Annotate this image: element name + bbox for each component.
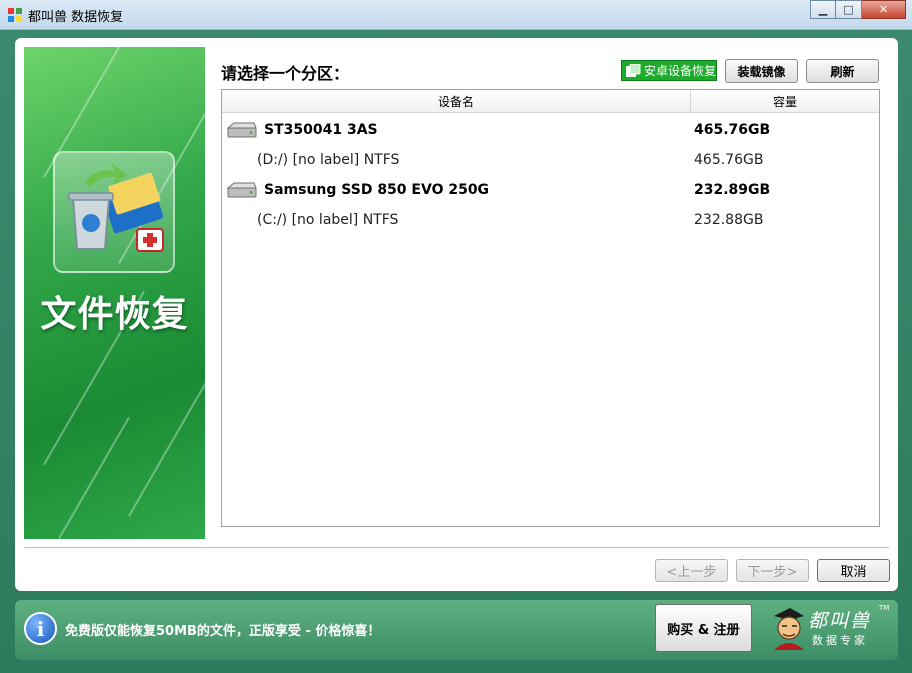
disk-capacity: 232.89GB (694, 182, 771, 198)
app-icon (8, 8, 22, 22)
partition-name: (C:/) [no label] NTFS (257, 212, 399, 228)
title-bar[interactable]: 都叫兽 数据恢复 ▁ □ ✕ (0, 0, 912, 30)
cancel-button[interactable]: 取消 (817, 559, 890, 582)
partition-prompt: 请选择一个分区： (221, 64, 350, 83)
client-area: 文件恢复 请选择一个分区： 安卓设备恢复 装载镜像 刷新 设备名 容量 ST35… (15, 38, 898, 591)
window-title: 都叫兽 数据恢复 (28, 10, 124, 25)
window-controls: ▁ □ ✕ (810, 0, 906, 20)
table-row-disk[interactable]: Samsung SSD 850 EVO 250G 232.89GB (222, 175, 879, 205)
logo-subtitle: 数据专家 (812, 634, 868, 647)
partition-capacity: 232.88GB (694, 212, 764, 228)
table-header: 设备名 容量 (222, 90, 879, 113)
promo-text: 免费版仅能恢复50MB的文件，正版享受 - 价格惊喜！ (65, 624, 381, 639)
partition-capacity: 465.76GB (694, 152, 764, 168)
promo-bar: i 免费版仅能恢复50MB的文件，正版享受 - 价格惊喜！ 购买 & 注册 都叫… (15, 600, 898, 660)
side-banner: 文件恢复 (24, 47, 205, 539)
disk-name: ST350041 3AS (264, 122, 378, 138)
brand-logo: 都叫兽 数据专家 TM (768, 604, 890, 654)
android-recovery-label: 安卓设备恢复 (644, 64, 717, 78)
recycle-bin-folder-icon (53, 151, 175, 273)
banner-title: 文件恢复 (40, 294, 189, 335)
next-step-button[interactable]: 下一步> (736, 559, 809, 582)
partition-table: 设备名 容量 ST350041 3AS 465.76GB (D:/) [no l… (221, 89, 880, 527)
logo-title: 都叫兽 (808, 610, 872, 632)
hard-disk-icon (226, 122, 257, 138)
previous-step-button[interactable]: <上一步 (655, 559, 728, 582)
disk-name-cell: Samsung SSD 850 EVO 250G (226, 180, 489, 200)
mount-image-button[interactable]: 装载镜像 (725, 59, 798, 83)
refresh-button[interactable]: 刷新 (806, 59, 879, 83)
minimize-button[interactable]: ▁ (810, 0, 836, 19)
app-window: 都叫兽 数据恢复 ▁ □ ✕ 文件恢复 请选择一个分区： 安卓设备恢复 装载镜像… (0, 0, 912, 673)
column-header-capacity[interactable]: 容量 (691, 90, 879, 112)
divider (24, 547, 889, 548)
buy-register-button[interactable]: 购买 & 注册 (655, 604, 752, 652)
disk-name-cell: ST350041 3AS (226, 120, 378, 140)
banner-streak (128, 359, 205, 517)
disk-name: Samsung SSD 850 EVO 250G (264, 182, 490, 198)
maximize-button[interactable]: □ (836, 0, 862, 19)
column-header-device-name[interactable]: 设备名 (222, 90, 691, 112)
android-recovery-button[interactable]: 安卓设备恢复 (621, 60, 717, 81)
table-row-disk[interactable]: ST350041 3AS 465.76GB (222, 115, 879, 145)
banner-streak (58, 416, 130, 539)
table-row-partition[interactable]: (D:/) [no label] NTFS 465.76GB (222, 145, 879, 175)
disk-capacity: 465.76GB (694, 122, 771, 138)
android-device-icon (626, 63, 641, 77)
info-icon: i (24, 612, 57, 645)
table-row-partition[interactable]: (C:/) [no label] NTFS 232.88GB (222, 205, 879, 235)
partition-name: (D:/) [no label] NTFS (257, 152, 400, 168)
mascot-icon (774, 608, 804, 650)
trademark-mark: TM (879, 604, 890, 612)
hard-disk-icon (226, 182, 257, 198)
recycle-bin-folder-icon-graphic (68, 163, 164, 252)
close-button[interactable]: ✕ (862, 0, 906, 19)
